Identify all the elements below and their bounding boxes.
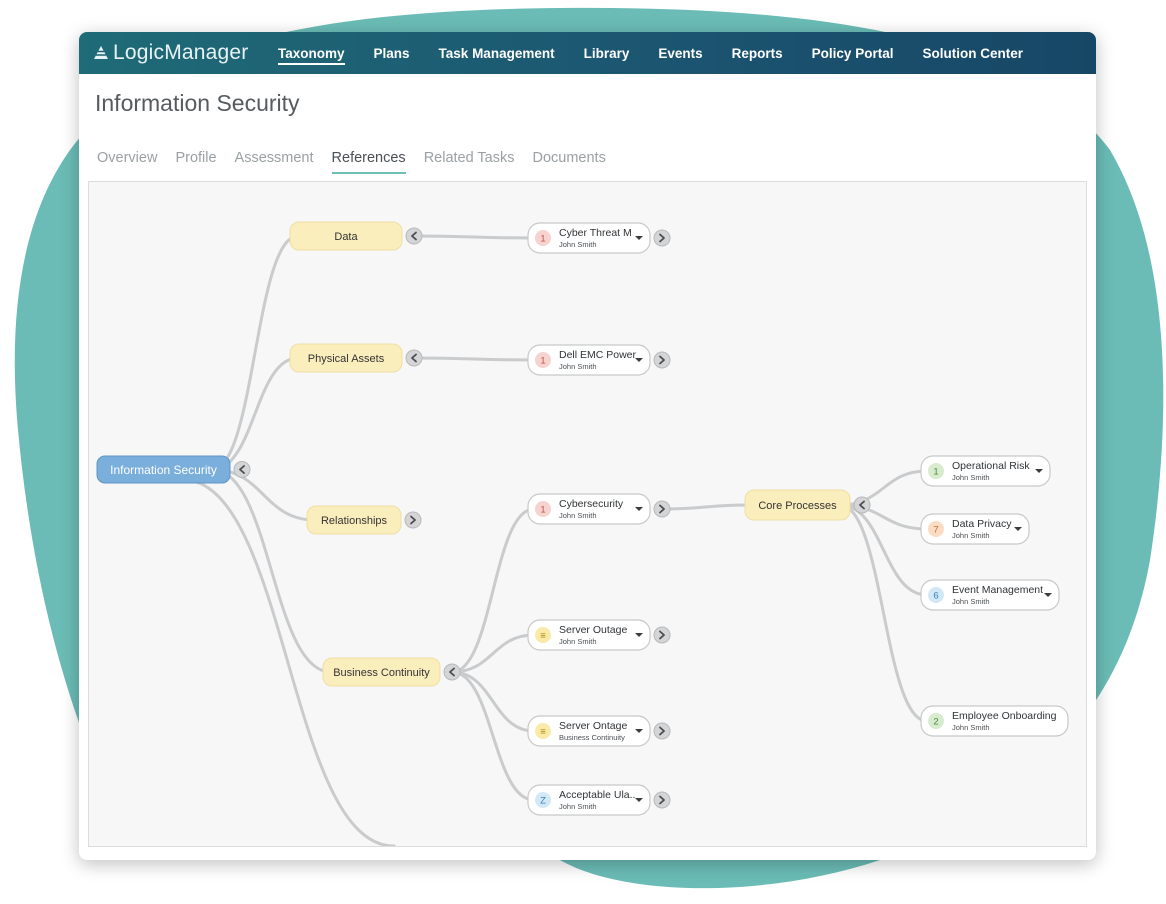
edge-data-cyber-threat [412,234,536,240]
item-title: Dell EMC Power [559,349,637,361]
item-node-event-management[interactable]: 6 Event ManagementJohn Smith [920,579,1060,611]
edge-core-operational-risk [838,469,929,507]
nav-solution-center[interactable]: Solution Center [922,42,1023,65]
category-node-business[interactable]: Business Continuity [322,657,441,687]
edge-root-physical [210,356,300,471]
page-tabs: Overview Profile Assessment References Relat… [97,150,624,174]
item-node-employee-onboarding[interactable]: 2 Employee OnboardingJohn Smith [920,705,1069,737]
main-nav: Taxonomy Plans Task Management Library Event… [278,32,1052,74]
item-subtitle: John Smith [952,473,990,482]
root-node-label: Information Security [110,463,217,477]
app-window: LogicManager Taxonomy Plans Task Managemen… [79,32,1096,860]
item-expand-toggle-server-ontage[interactable] [653,722,671,740]
item-subtitle: John Smith [952,723,990,732]
category-node-physical[interactable]: Physical Assets [289,343,403,373]
logo-text: LogicManager [113,41,249,64]
nav-policy-portal[interactable]: Policy Portal [812,42,894,65]
item-title: Server Outage [559,624,627,636]
category-label: Core Processes [758,500,837,512]
category-toggle-physical[interactable] [405,349,423,367]
category-node-data[interactable]: Data [289,221,403,251]
category-node-core[interactable]: Core Processes [744,489,851,521]
item-subtitle: John Smith [952,597,990,606]
item-title: Acceptable Ula.. [559,789,635,801]
category-label: Business Continuity [333,667,430,679]
category-label: Relationships [321,515,388,527]
category-toggle-data[interactable] [405,227,423,245]
category-node-relationships[interactable]: Relationships [306,505,402,535]
item-subtitle: John Smith [559,362,597,371]
item-node-dell-emc[interactable]: 1 Dell EMC PowerJohn Smith [527,344,651,376]
category-label: Physical Assets [308,353,385,365]
edge-root-data [210,234,300,471]
page-title: Information Security [95,90,300,116]
nav-task-management[interactable]: Task Management [439,42,555,65]
item-subtitle: John Smith [559,511,597,520]
item-subtitle: John Smith [559,240,597,249]
tab-references[interactable]: References [331,150,406,174]
tab-profile[interactable]: Profile [175,150,216,174]
category-toggle-relationships[interactable] [404,511,422,529]
item-expand-toggle-server-outage[interactable] [653,626,671,644]
item-expand-toggle-cybersecurity[interactable] [653,500,671,518]
item-badge-label: Z [540,796,546,807]
item-subtitle: John Smith [952,531,990,540]
item-badge-label: 2 [933,717,938,728]
top-navigation-bar: LogicManager Taxonomy Plans Task Managemen… [79,32,1096,74]
mindmap: Information Security Data Physical Assets R… [96,221,1069,846]
item-title: Server Ontage [559,720,627,732]
edge-business-server-ontage [450,670,536,733]
category-toggle-core[interactable] [853,496,871,514]
edge-business-cybersecurity [450,507,536,674]
item-badge-label: 1 [540,356,545,367]
item-expand-toggle-dell-emc[interactable] [653,351,671,369]
item-title: Operational Risk [952,460,1030,472]
edge-physical-dell-emc [412,356,536,362]
root-node-information-security[interactable]: Information Security [96,455,231,484]
item-badge-label: 1 [540,234,545,245]
item-title: Event Management [952,584,1043,596]
mindmap-canvas[interactable]: Information Security Data Physical Assets R… [88,181,1087,847]
item-badge-label: ≡ [540,631,546,642]
item-title: Data Privacy [952,518,1012,530]
edge-core-employee-onboarding [838,503,929,723]
item-title: Cybersecurity [559,498,624,510]
item-subtitle: John Smith [559,637,597,646]
item-badge-label: ≡ [540,727,546,738]
edge-root-business [210,468,333,674]
nav-library[interactable]: Library [584,42,630,65]
item-subtitle: John Smith [559,802,597,811]
item-badge-label: 1 [933,467,938,478]
nav-events[interactable]: Events [658,42,702,65]
item-node-server-ontage[interactable]: ≡ Server OntageBusiness Continuity [527,715,651,747]
tab-overview[interactable]: Overview [97,150,157,174]
item-node-acceptable[interactable]: Z Acceptable Ula..John Smith [527,784,651,816]
item-node-operational-risk[interactable]: 1 Operational RiskJohn Smith [920,455,1051,487]
item-badge-label: 6 [933,591,938,602]
nav-reports[interactable]: Reports [732,42,783,65]
tab-documents[interactable]: Documents [533,150,606,174]
item-title: Employee Onboarding [952,710,1057,722]
item-title: Cyber Threat M [559,227,632,239]
tab-assessment[interactable]: Assessment [235,150,314,174]
item-badge-label: 1 [540,505,545,516]
nav-plans[interactable]: Plans [374,42,410,65]
nav-taxonomy[interactable]: Taxonomy [278,42,345,65]
item-expand-toggle-acceptable[interactable] [653,791,671,809]
item-expand-toggle-cyber-threat[interactable] [653,229,671,247]
logo[interactable]: LogicManager [93,39,249,67]
tab-related-tasks[interactable]: Related Tasks [424,150,515,174]
edge-business-acceptable [450,670,536,802]
category-label: Data [334,231,358,243]
root-collapse-toggle[interactable] [233,461,251,478]
item-node-data-privacy[interactable]: 7 Data PrivacyJohn Smith [920,513,1030,545]
item-subtitle: Business Continuity [559,733,625,742]
edge-cybersecurity-core [660,503,751,511]
item-node-server-outage[interactable]: ≡ Server OutageJohn Smith [527,619,651,651]
item-badge-label: 7 [933,525,938,536]
logo-pyramid-icon [94,46,108,59]
item-node-cybersecurity[interactable]: 1 CybersecurityJohn Smith [527,493,651,525]
category-toggle-business[interactable] [443,663,461,681]
item-node-cyber-threat[interactable]: 1 Cyber Threat MJohn Smith [527,222,651,254]
